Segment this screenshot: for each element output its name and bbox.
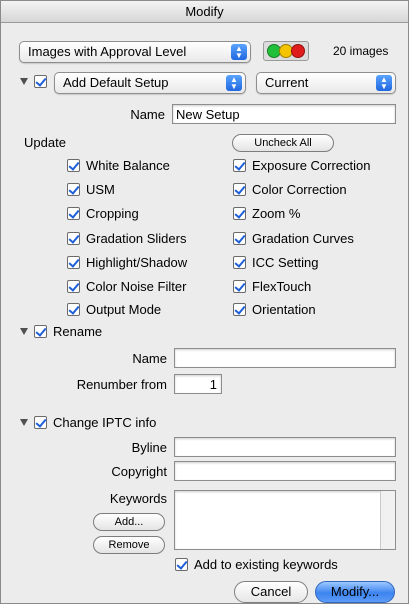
update-checkbox[interactable] [233,183,246,196]
byline-field[interactable] [174,437,396,457]
add-existing-checkbox[interactable] [175,558,188,571]
rename-checkbox[interactable] [34,325,47,338]
update-checkbox[interactable] [233,232,246,245]
update-item-label: Gradation Curves [252,231,354,246]
setup-preset-label: Add Default Setup [63,75,169,90]
iptc-label: Change IPTC info [53,415,157,430]
rename-name-field[interactable] [174,348,396,368]
update-checkbox[interactable] [233,256,246,269]
filter-popup[interactable]: Images with Approval Level ▲ ▼ [19,41,251,63]
modify-button[interactable]: Modify... [315,581,395,603]
filter-popup-label: Images with Approval Level [28,44,187,59]
update-checkbox[interactable] [233,207,246,220]
update-item-label: USM [86,182,115,197]
update-item-label: FlexTouch [252,279,312,294]
disclosure-triangle-icon[interactable] [20,419,28,426]
disclosure-triangle-icon[interactable] [20,78,28,85]
add-existing-label: Add to existing keywords [194,557,338,572]
update-checkbox[interactable] [233,159,246,172]
copyright-label: Copyright [111,464,167,479]
update-checkbox[interactable] [67,256,80,269]
setup-name-field[interactable] [172,104,396,124]
setup-checkbox[interactable] [34,75,47,88]
remove-keyword-button[interactable]: Remove [93,536,165,554]
update-item-label: Color Noise Filter [86,279,187,294]
update-item-label: Cropping [86,206,139,221]
approval-lights[interactable] [263,41,309,61]
rename-name-label: Name [132,351,167,366]
popup-arrows-icon: ▲ ▼ [231,44,247,60]
update-checkbox[interactable] [67,303,80,316]
update-checkbox[interactable] [67,183,80,196]
update-checkbox[interactable] [67,232,80,245]
update-item-label: Highlight/Shadow [86,255,188,270]
update-item-label: Zoom % [252,206,301,221]
setup-scope-label: Current [265,75,309,90]
update-checkbox[interactable] [67,207,80,220]
image-count: 20 images [333,44,389,58]
iptc-checkbox[interactable] [34,416,47,429]
keywords-scrollbar[interactable] [380,491,395,549]
popup-arrows-icon: ▲ ▼ [226,75,242,91]
renumber-field[interactable] [174,374,222,394]
setup-name-label: Name [130,107,165,122]
cancel-button[interactable]: Cancel [234,581,308,603]
uncheck-all-button[interactable]: Uncheck All [232,134,334,152]
update-item-label: Orientation [252,302,316,317]
add-keyword-button[interactable]: Add... [93,513,165,531]
update-checkbox[interactable] [233,280,246,293]
window-title: Modify [1,1,408,23]
setup-scope-popup[interactable]: Current ▲ ▼ [256,72,396,94]
update-item-label: Gradation Sliders [86,231,187,246]
update-item-label: Output Mode [86,302,162,317]
update-checkbox[interactable] [67,280,80,293]
popup-arrows-icon: ▲ ▼ [376,75,392,91]
keywords-label: Keywords [109,491,167,506]
update-checkbox[interactable] [67,159,80,172]
keywords-field[interactable] [174,490,396,550]
modify-dialog: Modify Images with Approval Level ▲ ▼ 20 … [0,0,409,604]
update-item-label: Exposure Correction [252,158,371,173]
disclosure-triangle-icon[interactable] [20,328,28,335]
update-item-label: Color Correction [252,182,347,197]
update-label: Update [24,135,66,150]
setup-preset-popup[interactable]: Add Default Setup ▲ ▼ [54,72,246,94]
copyright-field[interactable] [174,461,396,481]
rename-label: Rename [53,324,103,339]
update-item-label: ICC Setting [252,255,319,270]
update-checkbox[interactable] [233,303,246,316]
red-light-icon [291,44,305,58]
byline-label: Byline [131,440,167,455]
renumber-label: Renumber from [76,377,167,392]
update-item-label: White Balance [86,158,170,173]
